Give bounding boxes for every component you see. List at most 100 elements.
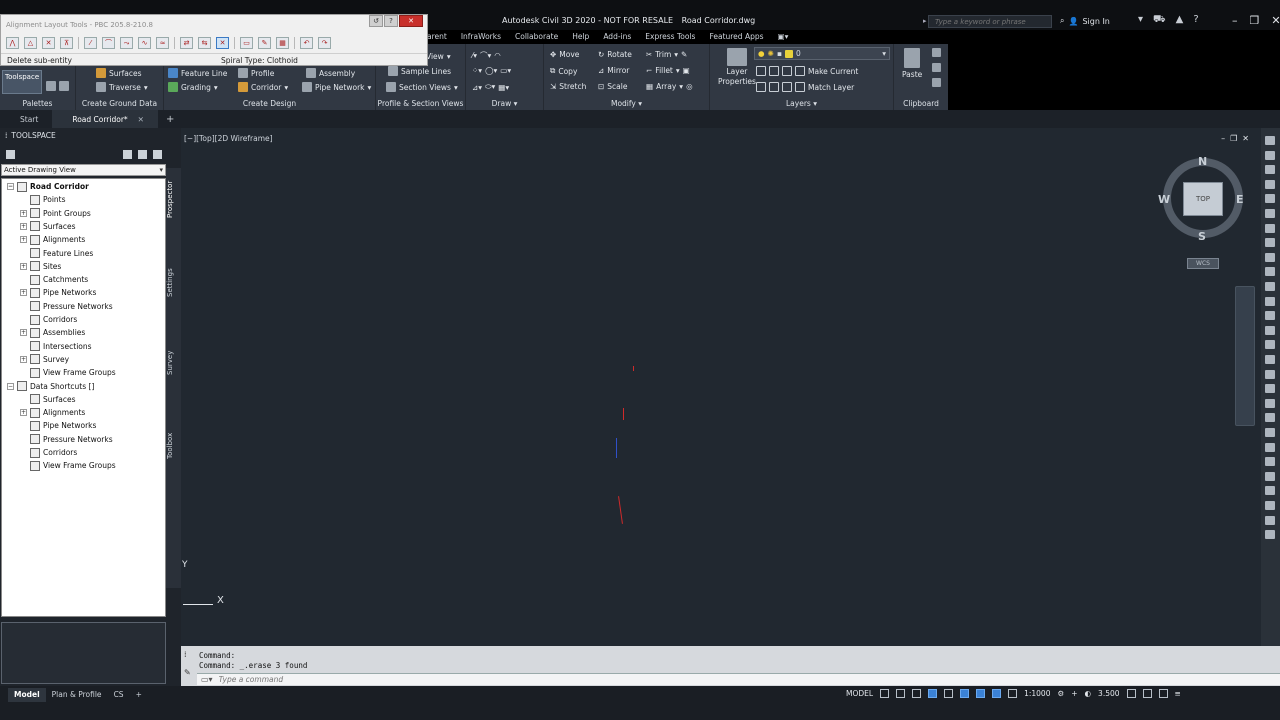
viewcube-top[interactable]: TOP bbox=[1183, 182, 1223, 216]
tab-infraworks[interactable]: InfraWorks bbox=[454, 30, 508, 43]
palette-tool-icon[interactable] bbox=[1265, 355, 1275, 364]
tree-item[interactable]: + Sites bbox=[20, 260, 61, 273]
palette-tool-icon[interactable] bbox=[1265, 384, 1275, 394]
layout-tab-cs[interactable]: CS bbox=[108, 688, 130, 702]
tree-item[interactable]: View Frame Groups bbox=[20, 366, 116, 379]
close-icon[interactable]: ✕ bbox=[138, 115, 144, 124]
model-space-button[interactable]: MODEL bbox=[846, 689, 873, 698]
palette-tool-icon[interactable] bbox=[1265, 136, 1275, 145]
tree-item[interactable]: Catchments bbox=[20, 273, 88, 286]
search-expand-icon[interactable]: ▸ bbox=[923, 17, 927, 25]
help-search-input[interactable] bbox=[929, 16, 1039, 27]
polar-icon[interactable] bbox=[928, 689, 938, 698]
tree-item[interactable]: Surfaces bbox=[20, 393, 75, 406]
tree-expander-icon[interactable]: − bbox=[7, 183, 14, 190]
elevation-value[interactable]: 3.500 bbox=[1098, 689, 1119, 698]
convert-icon[interactable]: ⇄ bbox=[180, 37, 193, 49]
a360-icon[interactable]: ▲ bbox=[1176, 14, 1184, 27]
tab-express-tools[interactable]: Express Tools bbox=[638, 30, 702, 43]
delete-subentity-icon[interactable]: ✕ bbox=[216, 37, 229, 49]
compass-south[interactable]: S bbox=[1198, 230, 1206, 243]
tree-item[interactable]: + Surfaces bbox=[20, 220, 75, 233]
layout-tab-model[interactable]: Model bbox=[8, 688, 46, 702]
palette-tool-icon[interactable] bbox=[1265, 165, 1275, 175]
isolate-icon[interactable] bbox=[1142, 689, 1152, 698]
pi-tool-icon[interactable]: △ bbox=[24, 37, 37, 49]
editor-icon[interactable]: ✎ bbox=[258, 37, 271, 49]
tree-expander-icon[interactable]: + bbox=[20, 409, 27, 417]
tree-expander-icon[interactable]: + bbox=[20, 355, 27, 363]
workspace-gear-icon[interactable]: ⚙ bbox=[1057, 689, 1064, 698]
tab-road-corridor[interactable]: Road Corridor* ✕ bbox=[52, 110, 158, 128]
tree-item[interactable]: + Alignments bbox=[20, 233, 85, 246]
palette-tool-icon[interactable] bbox=[1265, 296, 1275, 306]
tree-expander-icon[interactable]: + bbox=[20, 209, 27, 217]
feature-line-button[interactable]: Feature Line bbox=[168, 68, 227, 78]
view-button[interactable]: View ▾ bbox=[426, 52, 451, 61]
pipe-network-button[interactable]: Pipe Network ▾ bbox=[302, 82, 371, 92]
palette-tool-icon[interactable] bbox=[1265, 501, 1275, 510]
redo-icon[interactable]: ↷ bbox=[318, 37, 331, 49]
layer-properties-button[interactable]: Layer Properties bbox=[718, 48, 756, 86]
fixed-line-icon[interactable]: ⁄ bbox=[84, 37, 97, 49]
palette-tool-icon[interactable] bbox=[1265, 282, 1275, 291]
corridor-button[interactable]: Corridor ▾ bbox=[238, 82, 288, 92]
pick-subentity-icon[interactable]: ▭ bbox=[240, 37, 253, 49]
palette-tool-icon[interactable] bbox=[1265, 457, 1275, 467]
annotation-visibility-icon[interactable] bbox=[992, 689, 1002, 698]
traverse-button[interactable]: Traverse ▾ bbox=[96, 82, 148, 92]
mirror-button[interactable]: ⊿ Mirror bbox=[598, 66, 629, 75]
exchange-icon[interactable]: ⛟ bbox=[1153, 14, 1166, 27]
move-button[interactable]: ✥ Move bbox=[550, 50, 579, 59]
tree-item[interactable]: Points bbox=[20, 193, 66, 206]
help-icon[interactable]: ? bbox=[384, 15, 398, 27]
array-button[interactable]: ▦ Array ▾ ◎ bbox=[646, 82, 693, 91]
vtab-survey[interactable]: Survey bbox=[166, 328, 181, 398]
palette-tool-icon[interactable] bbox=[1265, 252, 1275, 262]
hatch-tools[interactable]: ⊿▾ ⬭▾ ▦▾ bbox=[472, 82, 509, 92]
close-icon[interactable]: ✕ bbox=[1242, 134, 1249, 143]
ortho-icon[interactable] bbox=[912, 689, 922, 698]
restore-icon[interactable]: ❐ bbox=[1250, 14, 1260, 27]
alignment-layout-tools[interactable]: Alignment Layout Tools - PBC 205.8-210.8… bbox=[0, 14, 428, 66]
stretch-button[interactable]: ⇲ Stretch bbox=[550, 82, 586, 91]
tree-item[interactable]: Corridors bbox=[20, 446, 77, 459]
item-view-icon[interactable] bbox=[6, 149, 15, 159]
vtab-prospector[interactable]: Prospector bbox=[166, 168, 181, 230]
palette-tool-icon[interactable] bbox=[1265, 530, 1275, 540]
pin-icon[interactable]: ⁞ bbox=[5, 131, 7, 140]
data-shortcut-icon[interactable] bbox=[123, 149, 132, 159]
quick-properties-icon[interactable] bbox=[1126, 689, 1136, 698]
trim-button[interactable]: ✂ Trim ▾ ✎ bbox=[646, 50, 687, 59]
compass-north[interactable]: N bbox=[1198, 155, 1207, 168]
palette-tool-icon[interactable] bbox=[1265, 267, 1275, 277]
tree-item[interactable]: Pipe Networks bbox=[20, 419, 96, 432]
vtab-toolbox[interactable]: Toolbox bbox=[166, 406, 181, 486]
clipboard-tools[interactable] bbox=[932, 48, 941, 87]
drawing-entity[interactable] bbox=[618, 496, 623, 524]
toolspace-button[interactable]: Toolspace bbox=[2, 70, 42, 94]
break-apart-icon[interactable]: ⊼ bbox=[60, 37, 73, 49]
tree-item[interactable]: − Data Shortcuts [] bbox=[7, 380, 94, 393]
close-icon[interactable]: ✕ bbox=[1271, 14, 1280, 27]
annotation-scale[interactable]: 1:1000 bbox=[1024, 689, 1050, 698]
object-track-icon[interactable] bbox=[960, 689, 970, 698]
sample-lines-button[interactable]: Sample Lines bbox=[388, 66, 451, 76]
tree-item[interactable]: Feature Lines bbox=[20, 247, 93, 260]
palette-tool-icon[interactable] bbox=[1265, 179, 1275, 189]
copy-button[interactable]: ⧉ Copy bbox=[550, 66, 577, 76]
tree-item[interactable]: + Pipe Networks bbox=[20, 286, 96, 299]
grid-icon[interactable] bbox=[880, 689, 890, 698]
scale-button[interactable]: ⊡ Scale bbox=[598, 82, 627, 91]
minimize-icon[interactable]: – bbox=[1232, 14, 1238, 27]
drawing-canvas[interactable]: [−][Top][2D Wireframe] – ❐ ✕ TOP N S E W… bbox=[181, 128, 1261, 646]
palette-tool-icon[interactable] bbox=[1265, 209, 1275, 218]
profile-button[interactable]: Profile bbox=[238, 68, 274, 78]
palette-tool-icon[interactable] bbox=[1265, 442, 1275, 452]
palette-tool-icon[interactable] bbox=[1265, 413, 1275, 423]
navigation-bar[interactable] bbox=[1235, 286, 1255, 426]
minimize-icon[interactable]: – bbox=[1221, 134, 1225, 143]
section-views-button[interactable]: Section Views ▾ bbox=[386, 82, 458, 92]
add-layout-icon[interactable]: + bbox=[130, 688, 148, 702]
undo-icon[interactable]: ↶ bbox=[300, 37, 313, 49]
